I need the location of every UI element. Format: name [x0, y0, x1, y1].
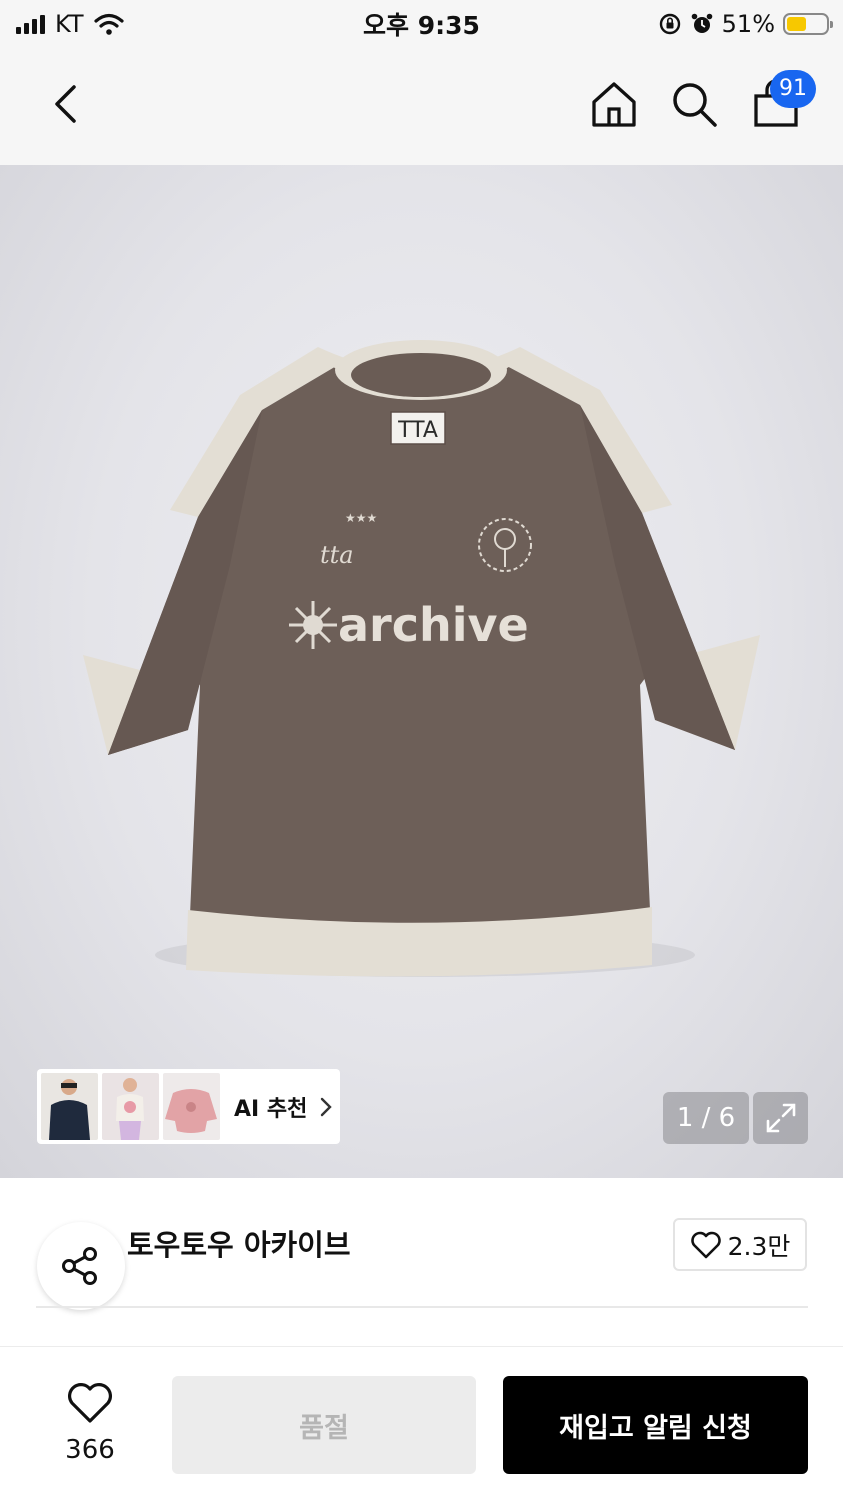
- like-count: 2.3만: [727, 1231, 791, 1261]
- ai-recommend-card[interactable]: AI 추천: [37, 1069, 340, 1144]
- recommend-thumb-2[interactable]: [102, 1073, 159, 1140]
- nav-bar: [0, 48, 843, 165]
- sun-emblem: [289, 601, 337, 649]
- restock-alert-button[interactable]: 재입고 알림 신청: [503, 1376, 808, 1474]
- divider: [36, 1306, 808, 1308]
- home-button[interactable]: [588, 78, 640, 130]
- product-image[interactable]: TTA ★★★ tta archive AI 추천 1 / 6: [0, 165, 843, 1178]
- sweatshirt-illustration: TTA ★★★ tta archive: [83, 340, 760, 977]
- thumb-model-icon: [49, 1079, 90, 1140]
- orientation-lock-icon: [659, 13, 680, 35]
- status-right: 51%: [658, 8, 833, 40]
- chest-script-text: tta: [320, 541, 354, 569]
- chevron-right-icon: [321, 1097, 333, 1116]
- back-button[interactable]: [40, 78, 90, 130]
- svg-text:★★★: ★★★: [345, 511, 377, 525]
- thumb-sweatshirt-icon: [165, 1089, 217, 1133]
- wishlist-count: 366: [65, 1435, 115, 1465]
- status-bar: KT 오후 9:35 51%: [0, 0, 843, 48]
- cart-count-badge: 91: [770, 70, 816, 108]
- brand-name[interactable]: 토우토우 아카이브: [127, 1222, 351, 1264]
- share-icon: [62, 1247, 97, 1285]
- expand-icon: [766, 1103, 795, 1133]
- alarm-icon: [691, 13, 712, 33]
- thumb-model-icon: [116, 1078, 144, 1140]
- product-info: 토우토우 아카이브 2.3만: [0, 1178, 843, 1346]
- share-button[interactable]: [37, 1222, 125, 1310]
- search-icon: [673, 83, 717, 127]
- shirt-tag-text: TTA: [397, 418, 438, 443]
- heart-icon: [68, 1383, 112, 1423]
- search-button[interactable]: [668, 78, 720, 130]
- expand-button[interactable]: [753, 1092, 808, 1144]
- ai-recommend-label: AI 추천: [234, 1096, 308, 1122]
- battery-icon: [783, 13, 833, 35]
- bottom-bar: 366 품절 재입고 알림 신청: [0, 1346, 843, 1500]
- image-pager: 1 / 6: [663, 1092, 749, 1144]
- wishlist-button[interactable]: 366: [50, 1381, 130, 1465]
- heart-icon: [690, 1231, 721, 1258]
- recommend-thumb-3[interactable]: [163, 1073, 220, 1140]
- battery-percent: 51%: [721, 10, 775, 38]
- recommend-thumb-1[interactable]: [41, 1073, 98, 1140]
- embroidery-text: archive: [338, 598, 529, 652]
- home-icon: [592, 82, 636, 127]
- soldout-button[interactable]: 품절: [172, 1376, 476, 1474]
- back-arrow-icon: [55, 85, 76, 123]
- like-button[interactable]: 2.3만: [673, 1218, 807, 1271]
- battery-fill: [787, 17, 807, 31]
